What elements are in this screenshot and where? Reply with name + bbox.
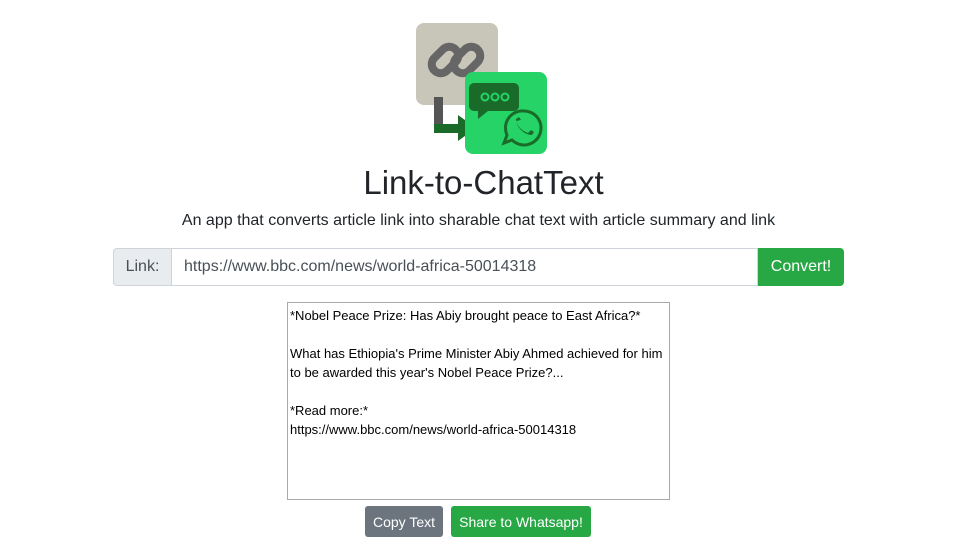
share-whatsapp-button[interactable]: Share to Whatsapp! — [451, 506, 591, 537]
copy-text-button[interactable]: Copy Text — [365, 506, 443, 537]
app-logo-icon — [416, 23, 547, 154]
convert-button[interactable]: Convert! — [758, 248, 844, 286]
link-input-group: Link: Convert! — [113, 248, 844, 286]
page-title: Link-to-ChatText — [363, 164, 604, 201]
link-input[interactable] — [171, 248, 758, 286]
page-subtitle: An app that converts article link into s… — [181, 212, 776, 229]
link-label: Link: — [113, 248, 171, 286]
app-page: Link-to-ChatText An app that converts ar… — [0, 0, 967, 550]
chat-text-output[interactable]: *Nobel Peace Prize: Has Abiy brought pea… — [287, 302, 670, 500]
